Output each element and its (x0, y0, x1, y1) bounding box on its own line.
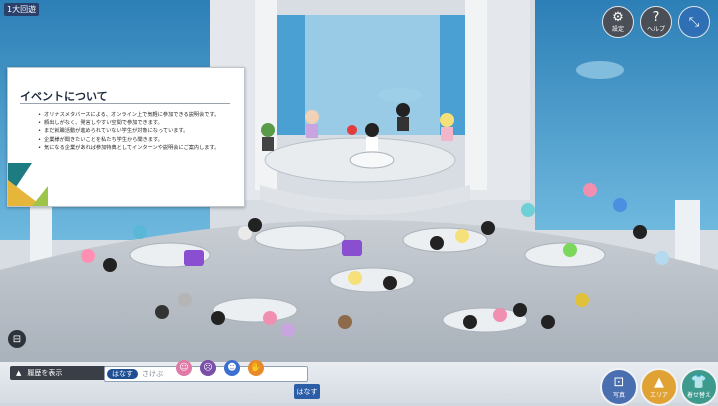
info-bullet: オリナスメタバースによる、オンライン上で気軽に参加できる説明会です。 (38, 111, 228, 119)
collapse-button[interactable]: ⤡ (678, 6, 710, 38)
info-title: イベントについて (20, 90, 108, 103)
surprise-emote-icon: ☹ (203, 363, 213, 373)
event-label: 1大回遊 (4, 3, 40, 16)
settings-label: 設定 (611, 26, 624, 33)
emote-button[interactable]: ☺ (176, 360, 192, 376)
clap-emote-icon: ✋ (250, 363, 262, 373)
info-divider (20, 103, 230, 104)
photo-label: 写真 (612, 391, 625, 399)
settings-button[interactable]: ⚙ 設定 (602, 6, 634, 38)
help-button[interactable]: ? ヘルプ (640, 6, 672, 38)
help-icon: ? (652, 10, 660, 25)
camera-icon: ⊡ (613, 374, 625, 390)
emote-button[interactable]: ☻ (224, 360, 240, 376)
photo-button[interactable]: ⊡ 写真 (600, 368, 638, 406)
chat-mode-shout[interactable]: さけぶ (142, 369, 163, 379)
info-bullet: 気になる企業があれば参加特典としてインターンや説明会にご案内します。 (38, 144, 228, 152)
send-button[interactable]: はなす (294, 384, 320, 399)
chevron-up-icon: ▲ (16, 369, 22, 377)
gear-icon: ⚙ (612, 10, 624, 25)
history-button[interactable]: ▲ 履歴を表示 (10, 366, 106, 380)
wardrobe-button[interactable]: 👕 着せ替え (680, 368, 718, 406)
info-bullet: 顔出しがなく、発言しやすい空間で参加できます。 (38, 119, 228, 127)
history-label: 履歴を表示 (27, 369, 63, 377)
screen-share-icon[interactable]: ⊟ (8, 330, 26, 348)
wardrobe-label: 着せ替え (686, 391, 711, 399)
collapse-icon: ⤡ (688, 14, 700, 30)
area-label: エリア (649, 391, 668, 399)
wardrobe-icon: 👕 (690, 374, 708, 390)
area-button[interactable]: ▲ エリア (640, 368, 678, 406)
event-info-card: イベントについて オリナスメタバースによる、オンライン上で気軽に参加できる説明会… (7, 67, 245, 207)
decor-shape (32, 186, 48, 206)
info-bullets: オリナスメタバースによる、オンライン上で気軽に参加できる説明会です。 顔出しがな… (38, 111, 228, 152)
info-bullet: まだ就職活動が進められていない学生が対象になっています。 (38, 127, 228, 135)
smile-emote-icon: ☺ (179, 363, 189, 373)
chat-mode-talk[interactable]: はなす (107, 369, 138, 379)
info-bullet: 企業様が聞きたいことを私たち学生から聞きます。 (38, 136, 228, 144)
emote-button[interactable]: ☹ (200, 360, 216, 376)
sad-emote-icon: ☻ (227, 363, 237, 373)
help-label: ヘルプ (646, 26, 665, 33)
top-controls: ⚙ 設定 ? ヘルプ ⤡ (602, 6, 710, 38)
emote-button[interactable]: ✋ (248, 360, 264, 376)
area-icon: ▲ (654, 374, 664, 390)
